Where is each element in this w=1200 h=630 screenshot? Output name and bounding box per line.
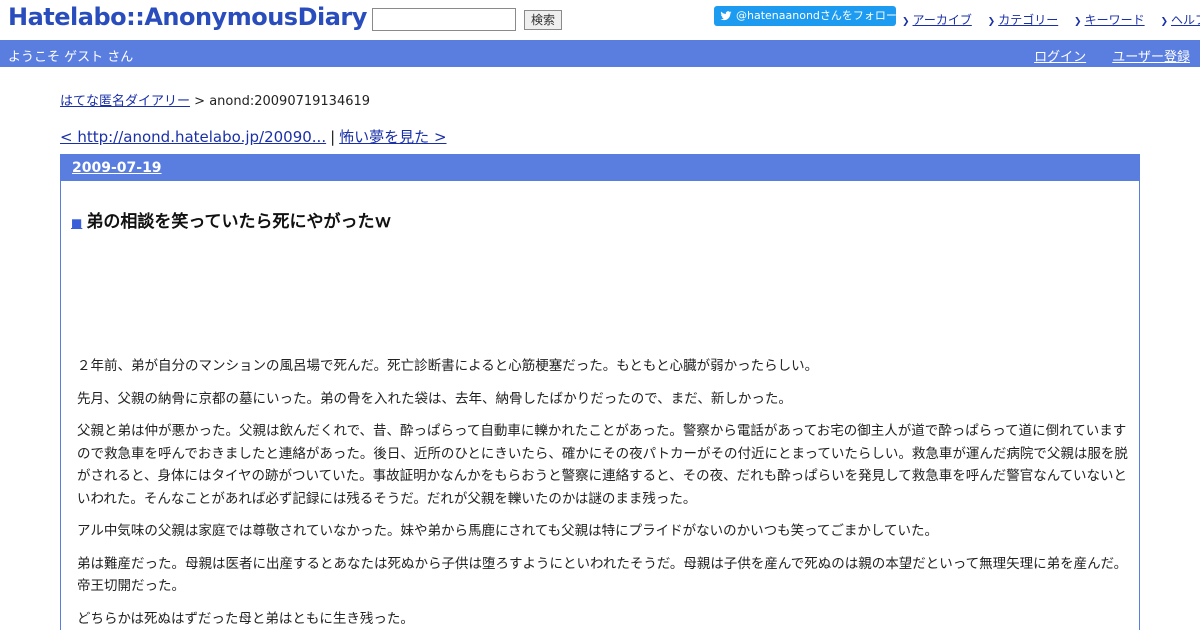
breadcrumb: はてな匿名ダイアリー > anond:20090719134619 [60,90,370,109]
entry-paragraph: どちらかは死ぬはずだった母と弟はともに生き残った。 [77,610,414,627]
breadcrumb-current: anond:20090719134619 [209,94,371,109]
entry-permalink-icon[interactable]: ■ [71,216,82,230]
search-input[interactable] [372,8,516,31]
account-links: ログイン ユーザー登録 [1012,46,1190,65]
search-button[interactable]: 検索 [524,10,562,30]
breadcrumb-separator: > [194,94,206,109]
entry-body: ２年前、弟が自分のマンションの風呂場で死んだ。死亡診断書によると心筋梗塞だった。… [77,355,1131,630]
day-header: 2009-07-19 [61,155,1139,181]
entry-navigation: < http://anond.hatelabo.jp/20090... | 怖い夢を… [60,126,447,147]
welcome-text: ようこそ ゲスト さん [8,50,134,65]
chevron-right-icon: ❯ [987,17,996,27]
entry-paragraph: 父親と弟は仲が悪かった。父親は飲んだくれで、昔、酔っぱらって自動車に轢かれたこと… [77,423,1128,507]
entry-date[interactable]: 2009-07-19 [72,160,162,176]
login-link[interactable]: ログイン [1034,50,1086,65]
entry-paragraph: 先月、父親の納骨に京都の墓にいった。弟の骨を入れた袋は、去年、納骨したばかりだっ… [77,390,792,407]
twitter-follow-button[interactable]: @hatenaanondさんをフォロー [714,6,897,26]
breadcrumb-home-link[interactable]: はてな匿名ダイアリー [60,94,190,109]
site-header: Hatelabo::AnonymousDiary 検索 @hatenaanond… [0,0,1200,40]
welcome-bar: ようこそ ゲスト さん ログイン ユーザー登録 [0,40,1200,67]
entry-paragraph: 弟は難産だった。母親は医者に出産するとあなたは死ぬから子供は堕ろすようにといわれ… [77,555,1128,595]
link-help[interactable]: ❯ヘルプ [1160,11,1200,28]
chevron-right-icon: ❯ [902,17,910,27]
site-logo[interactable]: Hatelabo::AnonymousDiary [8,3,367,31]
nav-separator: | [330,128,336,146]
chevron-right-icon: ❯ [1160,17,1168,27]
twitter-bird-icon [720,11,732,21]
prev-entry-link[interactable]: < http://anond.hatelabo.jp/20090... [60,128,326,146]
link-archive[interactable]: ❯ アーカイブ [902,11,972,28]
link-keyword[interactable]: ❯ キーワード [1074,11,1145,28]
entry-title: ■ 弟の相談を笑っていたら死にやがったｗ [71,207,392,232]
entry-title-text: 弟の相談を笑っていたら死にやがったｗ [86,212,392,232]
register-link[interactable]: ユーザー登録 [1112,50,1190,65]
entry-paragraph: ２年前、弟が自分のマンションの風呂場で死んだ。死亡診断書によると心筋梗塞だった。… [77,358,819,374]
follow-label: @hatenaanondさんをフォロー [736,9,897,22]
entry-paragraph: アル中気味の父親は家庭では尊敬されていなかった。妹や弟から馬鹿にされても父親は特… [77,523,939,539]
top-links: ❯アーカイブ ❯カテゴリー ❯キーワード ❯ヘルプ [902,11,1200,28]
link-category[interactable]: ❯ カテゴリー [988,11,1059,28]
next-entry-link[interactable]: 怖い夢を見た > [339,128,446,146]
day-section: 2009-07-19 ■ 弟の相談を笑っていたら死にやがったｗ ２年前、弟が自分の… [60,154,1140,630]
chevron-right-icon: ❯ [1074,17,1082,27]
